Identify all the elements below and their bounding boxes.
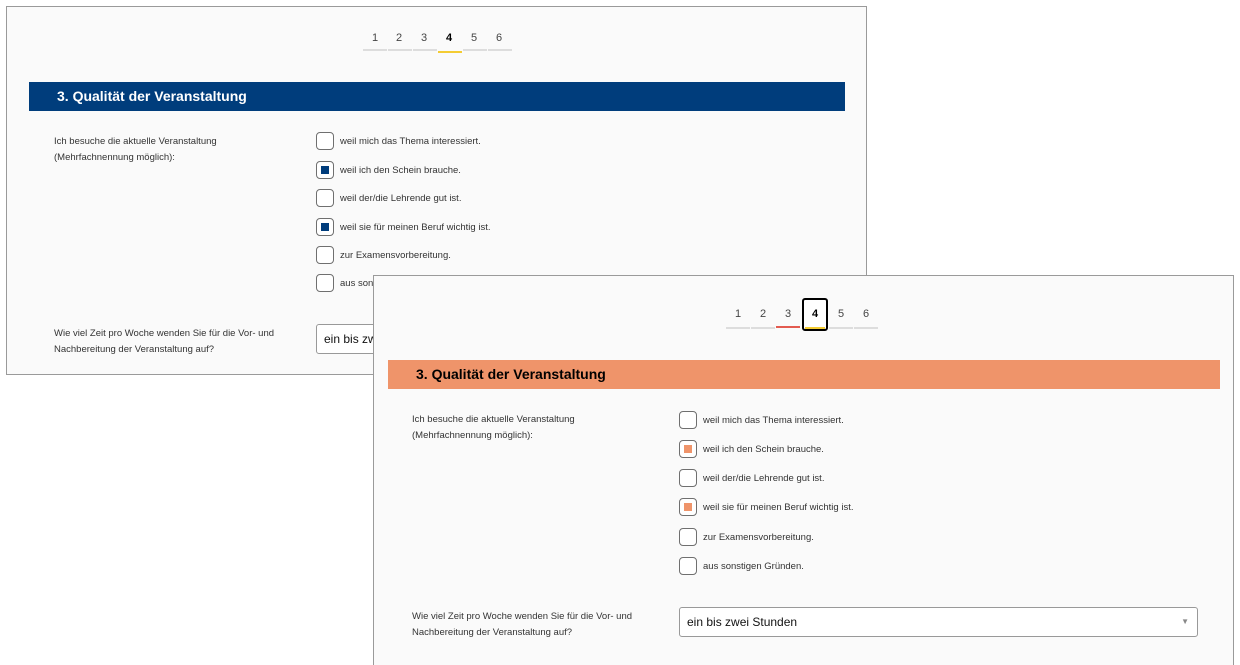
question-attendance-reason: Ich besuche die aktuelle Veranstaltung (…: [54, 136, 217, 163]
question-weekly-time: Wie viel Zeit pro Woche wenden Sie für d…: [412, 611, 633, 638]
question-attendance-reason: Ich besuche die aktuelle Veranstaltung (…: [412, 414, 575, 441]
page-1-underline: [726, 327, 750, 329]
checkbox-checked[interactable]: [316, 161, 334, 179]
option-exam-prep[interactable]: zur Examensvorbereitung.: [679, 528, 814, 546]
weekly-time-select[interactable]: ein bis zwei Stunden ▼: [679, 607, 1198, 637]
checkbox[interactable]: [316, 132, 334, 150]
checkbox[interactable]: [316, 246, 334, 264]
page-6-link[interactable]: 6: [855, 303, 877, 325]
option-need-certificate[interactable]: weil ich den Schein brauche.: [316, 161, 461, 179]
page-3-link[interactable]: 3: [413, 27, 435, 49]
section-header: 3. Qualität der Veranstaltung: [29, 82, 845, 111]
checkbox[interactable]: [679, 411, 697, 429]
page-5-link[interactable]: 5: [463, 27, 485, 49]
page-6-underline: [854, 327, 878, 329]
page-2-underline: [388, 49, 412, 51]
option-good-lecturer[interactable]: weil der/die Lehrende gut ist.: [679, 469, 824, 487]
option-need-certificate[interactable]: weil ich den Schein brauche.: [679, 440, 824, 458]
checkbox[interactable]: [679, 469, 697, 487]
checkbox[interactable]: [316, 274, 334, 292]
page-4-underline-active: [805, 327, 825, 329]
question-weekly-time: Wie viel Zeit pro Woche wenden Sie für d…: [54, 328, 275, 355]
page-3-underline: [413, 49, 437, 51]
checkbox[interactable]: [679, 557, 697, 575]
option-career-relevant[interactable]: weil sie für meinen Beruf wichtig ist.: [316, 218, 490, 236]
page-2-link[interactable]: 2: [752, 303, 774, 325]
page-1-link[interactable]: 1: [364, 27, 386, 49]
page-5-underline: [829, 327, 853, 329]
option-other-reasons[interactable]: aus son: [316, 274, 373, 292]
option-topic-interest[interactable]: weil mich das Thema interessiert.: [316, 132, 481, 150]
option-exam-prep[interactable]: zur Examensvorbereitung.: [316, 246, 451, 264]
page-3-link[interactable]: 3: [777, 303, 799, 325]
option-career-relevant[interactable]: weil sie für meinen Beruf wichtig ist.: [679, 498, 853, 516]
page-4-underline-active: [438, 51, 462, 53]
page-2-link[interactable]: 2: [388, 27, 410, 49]
page-5-link[interactable]: 5: [830, 303, 852, 325]
option-other-reasons[interactable]: aus sonstigen Gründen.: [679, 557, 804, 575]
checkbox-checked[interactable]: [679, 498, 697, 516]
page-navigation: 1 2 3 4 5 6: [374, 276, 1233, 346]
page-1-link[interactable]: 1: [727, 303, 749, 325]
caret-down-icon: ▼: [1181, 617, 1189, 626]
checkbox[interactable]: [679, 528, 697, 546]
checkbox-checked[interactable]: [316, 218, 334, 236]
page-navigation: 1 2 3 4 5 6: [7, 7, 866, 77]
checkbox-checked[interactable]: [679, 440, 697, 458]
option-good-lecturer[interactable]: weil der/die Lehrende gut ist.: [316, 189, 461, 207]
checkbox[interactable]: [316, 189, 334, 207]
survey-card-orange: 1 2 3 4 5 6 3. Qualität der Veranstaltun…: [373, 275, 1234, 665]
select-value: ein bis zwei Stunden: [687, 615, 798, 629]
page-6-underline: [488, 49, 512, 51]
page-5-underline: [463, 49, 487, 51]
page-3-underline-visited: [776, 326, 800, 328]
page-1-underline: [363, 49, 387, 51]
page-4-link[interactable]: 4: [438, 27, 460, 49]
section-header: 3. Qualität der Veranstaltung: [388, 360, 1220, 389]
page-6-link[interactable]: 6: [488, 27, 510, 49]
option-topic-interest[interactable]: weil mich das Thema interessiert.: [679, 411, 844, 429]
page-2-underline: [751, 327, 775, 329]
